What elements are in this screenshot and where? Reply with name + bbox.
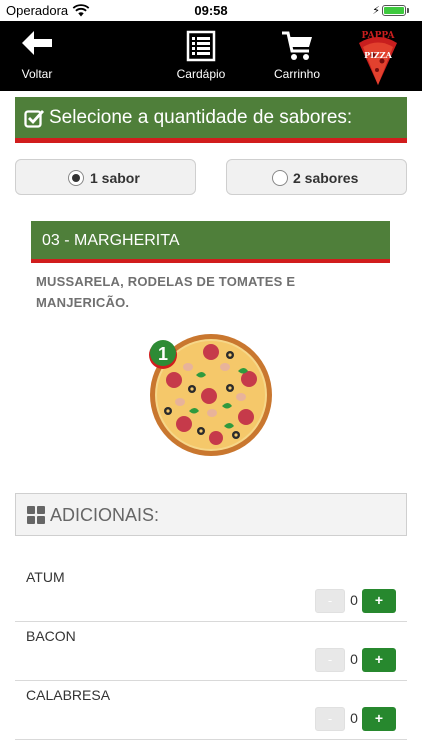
addition-quantity: 0 <box>350 651 358 667</box>
flavor-count-title: Selecione a quantidade de sabores: <box>49 107 353 128</box>
decrease-button[interactable]: - <box>315 707 345 731</box>
addition-row: CALABRESA - 0 + <box>15 681 407 740</box>
option-one-label: 1 sabor <box>90 170 140 186</box>
status-bar: Operadora 09:58 ⚡ <box>0 0 422 21</box>
addition-quantity: 0 <box>350 592 358 608</box>
back-button[interactable]: Voltar <box>14 21 60 91</box>
decrease-button[interactable]: - <box>315 648 345 672</box>
clock: 09:58 <box>194 3 228 18</box>
addition-name: CALABRESA <box>26 687 111 703</box>
checkbox-checked-icon <box>24 110 44 128</box>
pizza-illustration[interactable]: 1 <box>146 331 274 457</box>
list-icon <box>186 30 216 62</box>
radio-selected-icon <box>68 170 84 186</box>
svg-text:PIZZA: PIZZA <box>364 50 392 60</box>
svg-text:PAPPA: PAPPA <box>362 31 396 41</box>
increase-button[interactable]: + <box>362 589 396 613</box>
grid-icon <box>27 506 45 524</box>
charging-icon: ⚡ <box>372 5 380 17</box>
slice-badge-number: 1 <box>158 344 168 364</box>
back-label: Voltar <box>21 67 53 81</box>
arrow-left-icon <box>22 31 52 55</box>
option-one-flavor[interactable]: 1 sabor <box>15 159 196 195</box>
addition-row: BACON - 0 + <box>15 622 407 681</box>
pappa-pizza-logo: PAPPA PIZZA <box>359 31 397 85</box>
top-nav: Voltar Cardápio Carrinho PAPPA PIZZA <box>0 21 422 91</box>
addition-row: ATUM - 0 + <box>15 563 407 622</box>
menu-label: Cardápio <box>176 67 226 81</box>
addition-name: BACON <box>26 628 76 644</box>
radio-unselected-icon <box>272 170 288 186</box>
additions-title: ADICIONAIS: <box>50 505 160 525</box>
cart-label: Carrinho <box>273 67 321 81</box>
flavor-count-header: Selecione a quantidade de sabores: <box>15 97 407 143</box>
decrease-button[interactable]: - <box>315 589 345 613</box>
additions-header: ADICIONAIS: <box>15 493 407 536</box>
flavor-name: 03 - MARGHERITA <box>42 232 180 249</box>
menu-button[interactable]: Cardápio <box>172 21 230 91</box>
battery-tip <box>407 8 409 13</box>
option-two-flavors[interactable]: 2 sabores <box>226 159 407 195</box>
addition-name: ATUM <box>26 569 65 585</box>
option-two-label: 2 sabores <box>293 170 359 186</box>
selected-flavor-banner[interactable]: 03 - MARGHERITA <box>31 221 390 263</box>
battery-icon <box>382 5 406 16</box>
increase-button[interactable]: + <box>362 648 396 672</box>
flavor-description: MUSSARELA, RODELAS DE TOMATES E MANJERIC… <box>36 274 296 310</box>
cart-button[interactable]: Carrinho <box>266 21 328 91</box>
shopping-cart-icon <box>282 31 312 60</box>
addition-quantity: 0 <box>350 710 358 726</box>
increase-button[interactable]: + <box>362 707 396 731</box>
